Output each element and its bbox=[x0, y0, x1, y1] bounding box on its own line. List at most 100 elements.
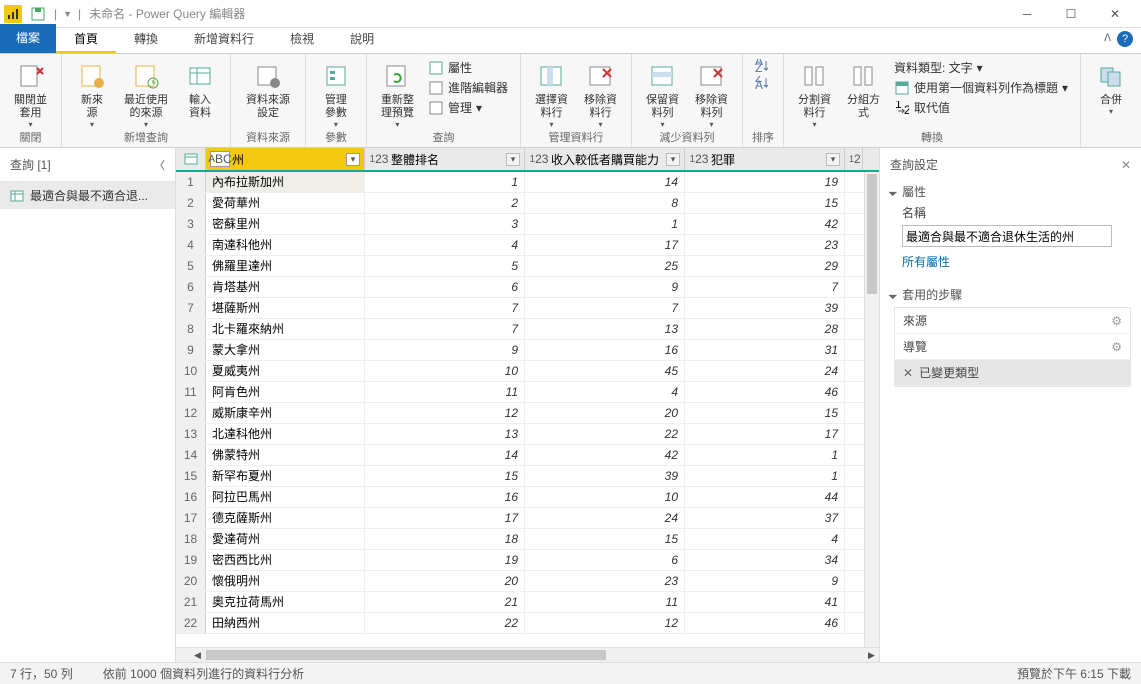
row-number[interactable]: 1 bbox=[176, 172, 206, 192]
cell-state[interactable]: 懷俄明州 bbox=[206, 571, 365, 591]
properties-section[interactable]: 屬性 bbox=[890, 183, 1131, 200]
sort-asc-button[interactable]: AZ bbox=[751, 58, 775, 74]
sort-desc-button[interactable]: ZA bbox=[751, 75, 775, 91]
table-row[interactable]: 3 密蘇里州 3 1 42 bbox=[176, 214, 879, 235]
column-header-state[interactable]: ABC州▾ bbox=[206, 148, 365, 170]
properties-button[interactable]: 屬性 bbox=[424, 58, 512, 77]
table-row[interactable]: 17 德克薩斯州 17 24 37 bbox=[176, 508, 879, 529]
datasource-settings-button[interactable]: 資料來源設定 bbox=[239, 58, 297, 122]
cell-state[interactable]: 北卡羅來納州 bbox=[206, 319, 365, 339]
cell-rank[interactable]: 21 bbox=[365, 592, 525, 612]
cell-state[interactable]: 內布拉斯加州 bbox=[206, 172, 365, 192]
table-row[interactable]: 22 田納西州 22 12 46 bbox=[176, 613, 879, 634]
horizontal-scrollbar[interactable]: ◀ ▶ bbox=[176, 647, 879, 662]
tab-home[interactable]: 首頁 bbox=[56, 26, 116, 53]
cell-rank[interactable]: 1 bbox=[365, 172, 525, 192]
cell-crime[interactable]: 17 bbox=[685, 424, 845, 444]
help-icon[interactable]: ? bbox=[1117, 31, 1133, 47]
cell-state[interactable]: 南達科他州 bbox=[206, 235, 365, 255]
column-header-rank[interactable]: 123整體排名▾ bbox=[365, 148, 525, 170]
table-row[interactable]: 6 肯塔基州 6 9 7 bbox=[176, 277, 879, 298]
cell-state[interactable]: 阿肯色州 bbox=[206, 382, 365, 402]
cell-afford[interactable]: 1 bbox=[525, 214, 685, 234]
refresh-preview-button[interactable]: 重新整 理預覽▾ bbox=[375, 58, 420, 127]
cell-crime[interactable]: 41 bbox=[685, 592, 845, 612]
cell-afford[interactable]: 6 bbox=[525, 550, 685, 570]
split-column-button[interactable]: 分割資 料行▾ bbox=[792, 58, 837, 127]
row-number[interactable]: 10 bbox=[176, 361, 206, 381]
cell-afford[interactable]: 14 bbox=[525, 172, 685, 192]
cell-rank[interactable]: 12 bbox=[365, 403, 525, 423]
table-row[interactable]: 13 北達科他州 13 22 17 bbox=[176, 424, 879, 445]
cell-afford[interactable]: 42 bbox=[525, 445, 685, 465]
query-item[interactable]: 最適合與最不適合退... bbox=[0, 182, 175, 209]
cell-crime[interactable]: 1 bbox=[685, 445, 845, 465]
tab-file[interactable]: 檔案 bbox=[0, 24, 56, 53]
replace-values-button[interactable]: 12取代值 bbox=[890, 98, 1072, 117]
cell-state[interactable]: 愛荷華州 bbox=[206, 193, 365, 213]
cell-crime[interactable]: 7 bbox=[685, 277, 845, 297]
qat-dropdown[interactable]: ▼ bbox=[63, 9, 72, 19]
minimize-button[interactable]: ─ bbox=[1005, 0, 1049, 28]
cell-afford[interactable]: 11 bbox=[525, 592, 685, 612]
cell-rank[interactable]: 20 bbox=[365, 571, 525, 591]
table-row[interactable]: 5 佛羅里達州 5 25 29 bbox=[176, 256, 879, 277]
cell-afford[interactable]: 16 bbox=[525, 340, 685, 360]
cell-rank[interactable]: 7 bbox=[365, 298, 525, 318]
cell-state[interactable]: 肯塔基州 bbox=[206, 277, 365, 297]
table-row[interactable]: 7 堪薩斯州 7 7 39 bbox=[176, 298, 879, 319]
cell-rank[interactable]: 6 bbox=[365, 277, 525, 297]
delete-step-icon[interactable]: ✕ bbox=[903, 366, 913, 380]
grid-body[interactable]: 1 內布拉斯加州 1 14 192 愛荷華州 2 8 153 密蘇里州 3 1 … bbox=[176, 172, 879, 647]
cell-state[interactable]: 佛羅里達州 bbox=[206, 256, 365, 276]
cell-afford[interactable]: 22 bbox=[525, 424, 685, 444]
cell-state[interactable]: 佛蒙特州 bbox=[206, 445, 365, 465]
choose-columns-button[interactable]: 選擇資 料行▾ bbox=[529, 58, 574, 127]
cell-rank[interactable]: 13 bbox=[365, 424, 525, 444]
row-number[interactable]: 20 bbox=[176, 571, 206, 591]
gear-icon[interactable]: ⚙ bbox=[1111, 340, 1122, 354]
table-row[interactable]: 11 阿肯色州 11 4 46 bbox=[176, 382, 879, 403]
remove-rows-button[interactable]: 移除資 料列▾ bbox=[689, 58, 734, 127]
cell-rank[interactable]: 16 bbox=[365, 487, 525, 507]
cell-afford[interactable]: 7 bbox=[525, 298, 685, 318]
cell-crime[interactable]: 29 bbox=[685, 256, 845, 276]
cell-crime[interactable]: 42 bbox=[685, 214, 845, 234]
manage-query-button[interactable]: 管理 ▾ bbox=[424, 98, 512, 117]
cell-state[interactable]: 奧克拉荷馬州 bbox=[206, 592, 365, 612]
collapse-ribbon-icon[interactable]: ᐱ bbox=[1104, 33, 1111, 44]
cell-crime[interactable]: 46 bbox=[685, 613, 845, 633]
cell-afford[interactable]: 24 bbox=[525, 508, 685, 528]
manage-params-button[interactable]: 管理參數▾ bbox=[314, 58, 358, 127]
row-number[interactable]: 3 bbox=[176, 214, 206, 234]
cell-afford[interactable]: 25 bbox=[525, 256, 685, 276]
tab-help[interactable]: 說明 bbox=[332, 26, 392, 53]
tab-transform[interactable]: 轉換 bbox=[116, 26, 176, 53]
cell-state[interactable]: 威斯康辛州 bbox=[206, 403, 365, 423]
column-header-afford[interactable]: 123收入較低者購買能力▾ bbox=[525, 148, 685, 170]
cell-rank[interactable]: 17 bbox=[365, 508, 525, 528]
cell-rank[interactable]: 15 bbox=[365, 466, 525, 486]
table-row[interactable]: 14 佛蒙特州 14 42 1 bbox=[176, 445, 879, 466]
cell-state[interactable]: 田納西州 bbox=[206, 613, 365, 633]
cell-rank[interactable]: 18 bbox=[365, 529, 525, 549]
step-navigation[interactable]: 導覽⚙ bbox=[895, 334, 1130, 360]
cell-crime[interactable]: 46 bbox=[685, 382, 845, 402]
cell-rank[interactable]: 22 bbox=[365, 613, 525, 633]
table-icon[interactable] bbox=[176, 148, 206, 170]
recent-sources-button[interactable]: 最近使用 的來源▾ bbox=[118, 58, 174, 127]
cell-rank[interactable]: 19 bbox=[365, 550, 525, 570]
cell-afford[interactable]: 13 bbox=[525, 319, 685, 339]
step-source[interactable]: 來源⚙ bbox=[895, 308, 1130, 334]
table-row[interactable]: 10 夏威夷州 10 45 24 bbox=[176, 361, 879, 382]
vertical-scrollbar[interactable] bbox=[864, 172, 879, 647]
keep-rows-button[interactable]: 保留資 料列▾ bbox=[640, 58, 685, 127]
enter-data-button[interactable]: 輸入 資料 bbox=[178, 58, 222, 122]
save-button[interactable] bbox=[28, 4, 48, 24]
cell-afford[interactable]: 17 bbox=[525, 235, 685, 255]
cell-crime[interactable]: 1 bbox=[685, 466, 845, 486]
cell-state[interactable]: 德克薩斯州 bbox=[206, 508, 365, 528]
step-changed-type[interactable]: ✕已變更類型 bbox=[895, 360, 1130, 386]
cell-state[interactable]: 密蘇里州 bbox=[206, 214, 365, 234]
tab-add-column[interactable]: 新增資料行 bbox=[176, 26, 272, 53]
